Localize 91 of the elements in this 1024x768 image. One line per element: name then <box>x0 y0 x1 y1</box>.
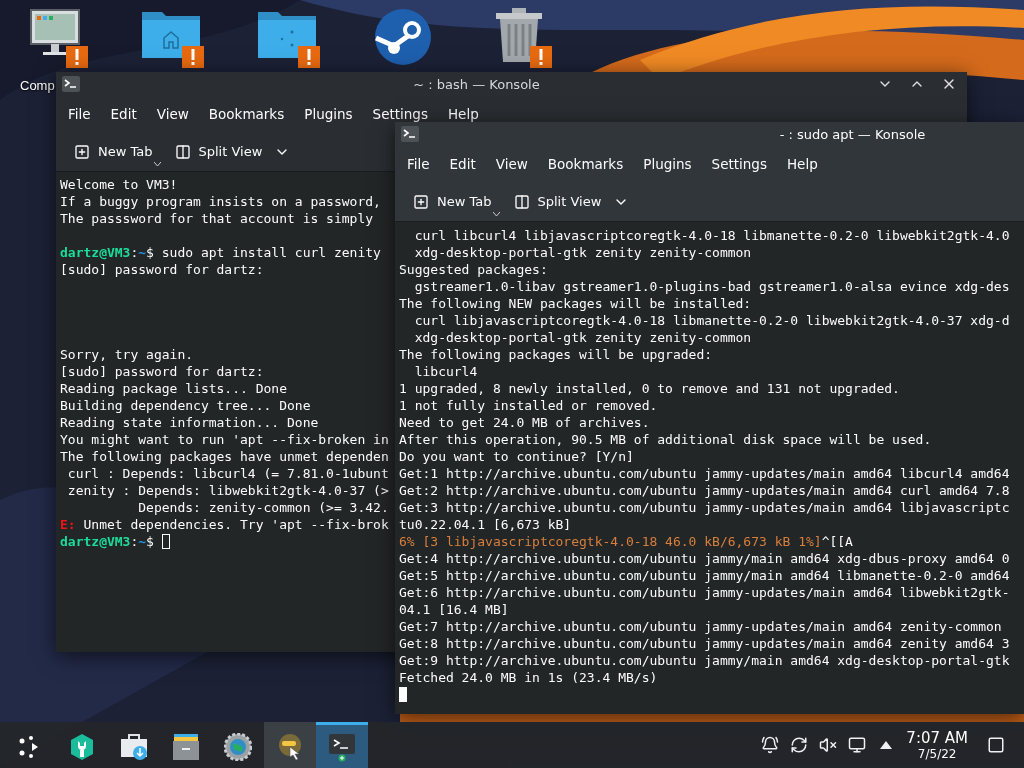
terminal-line: Need to get 24.0 MB of archives. <box>399 414 650 431</box>
terminal-line: [sudo] password for dartz: <box>60 363 264 380</box>
menu-item[interactable]: File <box>58 106 101 122</box>
terminal-line: After this operation, 90.5 MB of additional disk space will be used. <box>399 431 932 448</box>
bell-icon <box>761 736 780 754</box>
clock-date: 7/5/22 <box>917 746 957 761</box>
menu-item[interactable]: Bookmarks <box>198 106 295 122</box>
terminal-line: 04.1 [16.4 MB] <box>399 601 509 618</box>
terminal-icon <box>328 731 356 762</box>
menu-item[interactable]: File <box>397 156 440 172</box>
terminal-line: curl libcurl4 libjavascriptcoregtk-4.0-18 libmanette-0.2-0 libwebkit2gtk-4.0 <box>413 227 1010 244</box>
briefcase-icon <box>120 733 148 760</box>
terminal-line: libcurl4 <box>413 363 478 380</box>
terminal-line: Reading package lists... Done <box>60 380 287 397</box>
terminal-line: The passsword for that account is simply <box>60 210 374 227</box>
terminal-line: xdg-desktop-portal-gtk zenity zenity-common <box>413 329 752 346</box>
expand-arrow-icon <box>880 741 893 749</box>
terminal-prompt-line: dartz@VM3:~$ <box>60 533 154 550</box>
terminal-icon <box>401 126 419 142</box>
archive-icon <box>172 732 200 761</box>
terminal-line: [sudo] password for dartz: <box>60 261 264 278</box>
terminal-line: Fetched 24.0 MB in 1s (23.4 MB/s) <box>399 669 658 686</box>
menu-item[interactable]: Edit <box>100 106 147 122</box>
muted-speaker-icon <box>819 736 838 754</box>
terminal-line: gstreamer1.0-libav gstreamer1.0-plugins-bad gstreamer1.0-alsa evince xdg-des <box>413 278 1010 295</box>
terminal-line: Get:2 http://archive.ubuntu.com/ubuntu jammy-updates/main amd64 curl amd64 7.8 <box>399 482 1010 499</box>
new-tab-button[interactable]: New Tab <box>68 136 159 167</box>
menu-item[interactable]: Bookmarks <box>537 156 634 172</box>
error-line: E: Unmet dependencies. Try 'apt --fix-brok <box>60 516 389 533</box>
menu-item[interactable]: Settings <box>701 156 777 172</box>
terminal-line: zenity : Depends: libwebkit2gtk-4.0-37 (> <box>66 482 389 499</box>
clock-time: 7:07 AM <box>906 729 968 747</box>
terminal-line: Welcome to VM3! <box>60 176 178 193</box>
terminal-line: tu0.22.04.1 [6,673 kB] <box>399 516 572 533</box>
terminal-line: You might want to run 'apt --fix-broken in <box>60 431 389 448</box>
menu-item[interactable]: Settings <box>362 106 438 122</box>
terminal-line: Reading state information... Done <box>60 414 319 431</box>
terminal-prompt-line: dartz@VM3:~$ sudo apt install curl zenity <box>60 244 381 261</box>
terminal-line: 1 upgraded, 8 newly installed, 0 to remove and 131 not upgraded. <box>399 380 900 397</box>
menu-item[interactable]: Help <box>776 156 828 172</box>
terminal-line: xdg-desktop-portal-gtk zenity zenity-common <box>413 244 752 261</box>
progress-line: 6% [3 libjavascriptcoregtk-4.0-18 46.0 kB/6,673 kB 1%]^[[A <box>399 533 853 550</box>
network-icon <box>848 736 867 754</box>
terminal-line: Get:5 http://archive.ubuntu.com/ubuntu jammy/main amd64 libmanette-0.2-0 amd64 <box>399 567 1010 584</box>
menu-item[interactable]: Plugins <box>294 106 363 122</box>
desktop-icon-label[interactable]: Comp <box>20 78 55 93</box>
terminal-line: The following packages have unmet dependen <box>60 448 389 465</box>
terminal-line: 1 not fully installed or removed. <box>399 397 658 414</box>
new-tab-icon <box>413 193 429 210</box>
window-title: - : sudo apt — Konsole <box>778 126 927 142</box>
terminal-line: Get:4 http://archive.ubuntu.com/ubuntu jammy/main amd64 xdg-dbus-proxy amd64 0 <box>399 550 1010 567</box>
terminal-line: Suggested packages: <box>399 261 548 278</box>
terminal-line: Depends: zenity-common (>= 3.42. <box>137 499 389 516</box>
terminal-line: Get:3 http://archive.ubuntu.com/ubuntu jammy-updates/main amd64 libjavascriptc <box>399 499 1010 516</box>
wrench-icon <box>69 732 95 761</box>
sync-icon <box>790 736 809 754</box>
terminal-line: Do you want to continue? [Y/n] <box>399 448 634 465</box>
terminal-line: Get:8 http://archive.ubuntu.com/ubuntu jammy-updates/main amd64 zenity amd64 3 <box>399 635 1010 652</box>
computer-icon <box>29 8 81 58</box>
terminal-line: Building dependency tree... Done <box>60 397 311 414</box>
terminal-line: The following packages will be upgraded: <box>399 346 713 363</box>
terminal-line: The following NEW packages will be installed: <box>399 295 752 312</box>
new-tab-icon <box>74 143 90 160</box>
menu-item[interactable]: View <box>146 106 199 122</box>
menu-item[interactable]: Plugins <box>633 156 702 172</box>
split-view-button[interactable]: Split View <box>168 136 297 167</box>
terminal-line: Sorry, try again. <box>60 346 194 363</box>
terminal-line: Get:1 http://archive.ubuntu.com/ubuntu jammy-updates/main amd64 libcurl4 amd64 <box>399 465 1010 482</box>
trash-icon <box>496 8 542 62</box>
terminal-line: Get:7 http://archive.ubuntu.com/ubuntu jammy-updates/main amd64 zenity-common <box>399 618 1002 635</box>
new-tab-button[interactable]: New Tab <box>407 186 498 217</box>
terminal-line: curl libjavascriptcoregtk-4.0-18 libmanette-0.2-0 libwebkit2gtk-4.0-37 xdg-d <box>413 312 1010 329</box>
split-view-icon <box>513 193 530 210</box>
terminal-line: If a buggy program insists on a password, <box>60 193 381 210</box>
terminal-line: curl : Depends: libcurl4 (= 7.81.0-1ubunt <box>66 465 389 482</box>
split-view-button[interactable]: Split View <box>507 186 636 217</box>
terminal-line: Get:9 http://archive.ubuntu.com/ubuntu jammy/main amd64 xdg-desktop-portal-gtk <box>399 652 1010 669</box>
caret-icon <box>153 161 161 167</box>
taskbar-item[interactable] <box>264 722 316 768</box>
menu-item[interactable]: Help <box>437 106 489 122</box>
terminal-line: Get:6 http://archive.ubuntu.com/ubuntu jammy-updates/main amd64 libwebkit2gtk- <box>399 584 1010 601</box>
menu-item[interactable]: Edit <box>439 156 486 172</box>
steam-icon <box>374 8 432 66</box>
window-title: ~ : bash — Konsole <box>412 76 541 92</box>
text-cursor <box>399 687 407 702</box>
split-view-icon <box>174 143 191 160</box>
map-icon <box>276 732 304 761</box>
caret-icon <box>492 211 500 217</box>
menu-item[interactable]: View <box>485 156 538 172</box>
gear-globe-icon <box>224 732 252 761</box>
terminal-icon <box>62 76 80 92</box>
